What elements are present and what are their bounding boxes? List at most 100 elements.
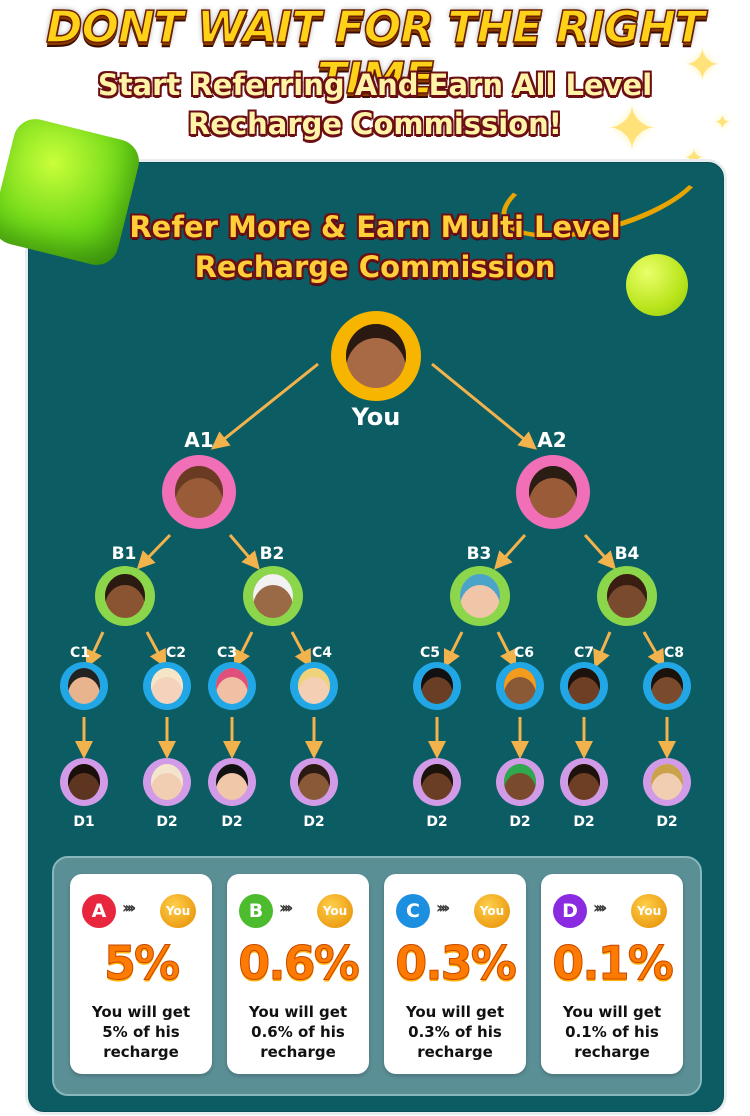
node-label-a2: A2 [537, 428, 567, 452]
commission-description: You will get 0.3% of his recharge [384, 1002, 526, 1062]
avatar-b4 [597, 566, 657, 626]
avatar-face-icon [298, 668, 330, 704]
chevrons-icon: ›››› [122, 898, 137, 917]
avatar-face-icon [346, 324, 406, 388]
avatar-face-icon [421, 668, 453, 704]
avatar-face-icon [460, 574, 500, 618]
commission-percent: 0.1% [552, 936, 675, 991]
avatar-d2-1 [143, 758, 191, 806]
level-b-badge: B [239, 894, 273, 928]
avatar-a2 [516, 455, 590, 529]
avatar-d1 [60, 758, 108, 806]
node-label-b1: B1 [111, 544, 137, 564]
avatar-a1 [162, 455, 236, 529]
node-label-d2: D2 [221, 814, 243, 830]
avatar-face-icon [504, 668, 536, 704]
avatar-c1 [60, 662, 108, 710]
avatar-c3 [208, 662, 256, 710]
avatar-face-icon [504, 764, 536, 800]
commission-percent: 5% [103, 936, 180, 991]
chevrons-icon: ›››› [279, 898, 294, 917]
commission-card-d: D ›››› You 0.1% You will get 0.1% of his… [541, 874, 683, 1074]
avatar-face-icon [421, 764, 453, 800]
node-label-a1: A1 [184, 428, 214, 452]
avatar-face-icon [253, 574, 293, 618]
node-label-d2: D2 [426, 814, 448, 830]
node-label-d2: D2 [573, 814, 595, 830]
avatar-c4 [290, 662, 338, 710]
avatar-face-icon [216, 764, 248, 800]
avatar-d2-7 [643, 758, 691, 806]
avatar-c8 [643, 662, 691, 710]
avatar-face-icon [651, 764, 683, 800]
description-line: recharge [103, 1043, 179, 1061]
node-label-c8: C8 [663, 645, 684, 661]
description-line: You will get [91, 1003, 191, 1021]
node-label-d1: D1 [73, 814, 95, 830]
node-label-d2: D2 [509, 814, 531, 830]
node-label-c1: C1 [69, 645, 90, 661]
avatar-c5 [413, 662, 461, 710]
description-line: recharge [417, 1043, 493, 1061]
description-line: recharge [574, 1043, 650, 1061]
description-line: recharge [260, 1043, 336, 1061]
commission-description: You will get 5% of his recharge [70, 1002, 212, 1062]
avatar-face-icon [651, 668, 683, 704]
commission-percent: 0.3% [395, 936, 518, 991]
avatar-face-icon [568, 668, 600, 704]
node-label-c6: C6 [513, 645, 534, 661]
avatar-face-icon [216, 668, 248, 704]
node-label-c5: C5 [419, 645, 440, 661]
avatar-c6 [496, 662, 544, 710]
commission-percent: 0.6% [238, 936, 361, 991]
description-line: 0.6% of his [251, 1023, 345, 1041]
description-line: 0.3% of his [408, 1023, 502, 1041]
description-line: You will get [248, 1003, 348, 1021]
commission-card-a: A ›››› You 5% You will get 5% of his rec… [70, 874, 212, 1074]
node-label-c3: C3 [216, 645, 237, 661]
avatar-c2 [143, 662, 191, 710]
node-label-c4: C4 [311, 645, 332, 661]
avatar-b1 [95, 566, 155, 626]
node-label-b4: B4 [614, 544, 640, 564]
description-line: You will get [562, 1003, 662, 1021]
description-line: 5% of his [102, 1023, 180, 1041]
avatar-d2-4 [413, 758, 461, 806]
avatar-face-icon [68, 668, 100, 704]
avatar-you [331, 311, 421, 401]
chevrons-icon: ›››› [593, 898, 608, 917]
commission-description: You will get 0.6% of his recharge [227, 1002, 369, 1062]
node-label-b3: B3 [466, 544, 492, 564]
level-c-badge: C [396, 894, 430, 928]
avatar-d2-5 [496, 758, 544, 806]
avatar-face-icon [607, 574, 647, 618]
node-label-you: You [351, 403, 401, 431]
description-line: You will get [405, 1003, 505, 1021]
node-label-d2: D2 [156, 814, 178, 830]
avatar-d2-6 [560, 758, 608, 806]
avatar-b2 [243, 566, 303, 626]
you-badge: You [631, 894, 667, 928]
description-line: 0.1% of his [565, 1023, 659, 1041]
avatar-d2-2 [208, 758, 256, 806]
node-label-b2: B2 [259, 544, 285, 564]
avatar-d2-3 [290, 758, 338, 806]
avatar-face-icon [68, 764, 100, 800]
level-a-badge: A [82, 894, 116, 928]
you-badge: You [317, 894, 353, 928]
node-label-d2: D2 [303, 814, 325, 830]
avatar-c7 [560, 662, 608, 710]
avatar-face-icon [105, 574, 145, 618]
chevrons-icon: ›››› [436, 898, 451, 917]
avatar-face-icon [151, 764, 183, 800]
avatar-face-icon [298, 764, 330, 800]
avatar-face-icon [529, 466, 577, 518]
node-label-d2: D2 [656, 814, 678, 830]
commission-card-c: C ›››› You 0.3% You will get 0.3% of his… [384, 874, 526, 1074]
commission-cards: A ›››› You 5% You will get 5% of his rec… [52, 856, 702, 1096]
you-badge: You [474, 894, 510, 928]
avatar-face-icon [568, 764, 600, 800]
commission-card-b: B ›››› You 0.6% You will get 0.6% of his… [227, 874, 369, 1074]
avatar-face-icon [151, 668, 183, 704]
level-d-badge: D [553, 894, 587, 928]
